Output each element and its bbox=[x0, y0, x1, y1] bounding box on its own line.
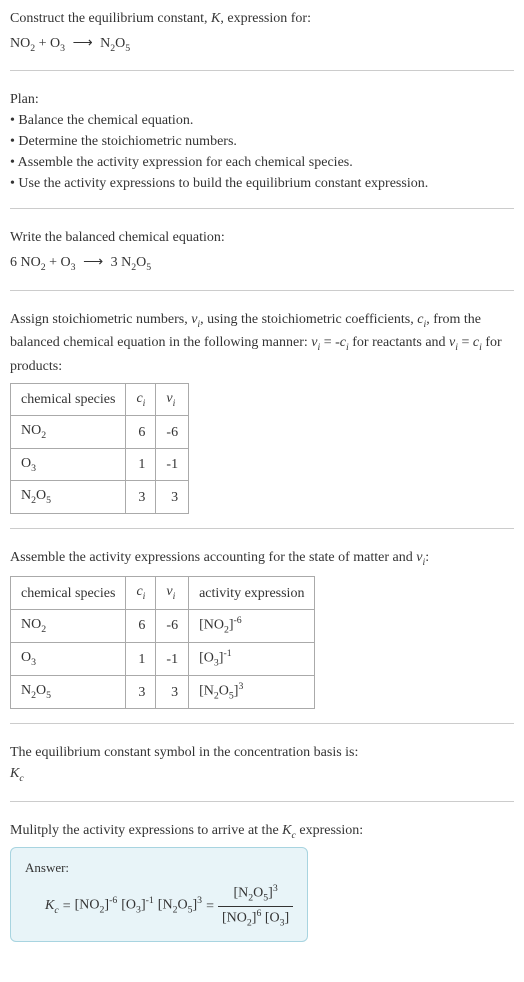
stoich-section: Assign stoichiometric numbers, νi, using… bbox=[10, 309, 514, 529]
cell-v: -6 bbox=[156, 609, 189, 642]
cell-c: 3 bbox=[126, 676, 156, 709]
symbol-line2: Kc bbox=[10, 763, 514, 786]
cell-c: 6 bbox=[126, 609, 156, 642]
cell-expr: [NO2]-6 bbox=[189, 609, 315, 642]
plan-item: Balance the chemical equation. bbox=[10, 110, 514, 131]
header-prompt: Construct the equilibrium constant, K, e… bbox=[10, 8, 514, 29]
cell-species: N2O5 bbox=[11, 481, 126, 513]
table-row: O3 1 -1 [O3]-1 bbox=[11, 642, 315, 675]
cell-species: NO2 bbox=[11, 609, 126, 642]
col-v: νi bbox=[156, 383, 189, 415]
activity-intro: Assemble the activity expressions accoun… bbox=[10, 547, 514, 570]
balanced-section: Write the balanced chemical equation: 6 … bbox=[10, 227, 514, 290]
cell-c: 3 bbox=[126, 481, 156, 513]
activity-table: chemical species ci νi activity expressi… bbox=[10, 576, 315, 709]
stoich-table: chemical species ci νi NO2 6 -6 O3 1 -1 … bbox=[10, 383, 189, 514]
balanced-prompt: Write the balanced chemical equation: bbox=[10, 227, 514, 248]
col-c: ci bbox=[126, 577, 156, 609]
col-expr: activity expression bbox=[189, 577, 315, 609]
cell-species: O3 bbox=[11, 642, 126, 675]
table-header-row: chemical species ci νi activity expressi… bbox=[11, 577, 315, 609]
answer-expression: Kc = [NO2]-6 [O3]-1 [N2O5]3 = [N2O5]3 [N… bbox=[25, 882, 293, 931]
col-c: ci bbox=[126, 383, 156, 415]
col-v: νi bbox=[156, 577, 189, 609]
balanced-equation: 6 NO2 + O3 ⟶ 3 N2O5 bbox=[10, 252, 514, 275]
col-species: chemical species bbox=[11, 383, 126, 415]
plan-section: Plan: Balance the chemical equation. Det… bbox=[10, 89, 514, 209]
table-row: NO2 6 -6 bbox=[11, 416, 189, 448]
cell-c: 1 bbox=[126, 642, 156, 675]
header-equation: NO2 + O3 ⟶ N2O5 bbox=[10, 33, 514, 56]
cell-v: -1 bbox=[156, 642, 189, 675]
plan-item: Use the activity expressions to build th… bbox=[10, 173, 514, 194]
table-row: N2O5 3 3 bbox=[11, 481, 189, 513]
plan-item: Assemble the activity expression for eac… bbox=[10, 152, 514, 173]
cell-c: 1 bbox=[126, 448, 156, 480]
cell-expr: [N2O5]3 bbox=[189, 676, 315, 709]
table-header-row: chemical species ci νi bbox=[11, 383, 189, 415]
cell-species: N2O5 bbox=[11, 676, 126, 709]
symbol-line1: The equilibrium constant symbol in the c… bbox=[10, 742, 514, 763]
plan-title: Plan: bbox=[10, 89, 514, 110]
table-row: O3 1 -1 bbox=[11, 448, 189, 480]
answer-label: Answer: bbox=[25, 858, 293, 878]
answer-box: Answer: Kc = [NO2]-6 [O3]-1 [N2O5]3 = [N… bbox=[10, 847, 308, 942]
header-section: Construct the equilibrium constant, K, e… bbox=[10, 8, 514, 71]
table-row: NO2 6 -6 [NO2]-6 bbox=[11, 609, 315, 642]
cell-v: -6 bbox=[156, 416, 189, 448]
plan-item: Determine the stoichiometric numbers. bbox=[10, 131, 514, 152]
cell-c: 6 bbox=[126, 416, 156, 448]
stoich-intro: Assign stoichiometric numbers, νi, using… bbox=[10, 309, 514, 377]
symbol-section: The equilibrium constant symbol in the c… bbox=[10, 742, 514, 801]
col-species: chemical species bbox=[11, 577, 126, 609]
answer-fraction: [N2O5]3 [NO2]6 [O3] bbox=[218, 882, 293, 931]
activity-section: Assemble the activity expressions accoun… bbox=[10, 547, 514, 724]
plan-list: Balance the chemical equation. Determine… bbox=[10, 110, 514, 194]
cell-species: NO2 bbox=[11, 416, 126, 448]
cell-v: 3 bbox=[156, 676, 189, 709]
multiply-section: Mulitply the activity expressions to arr… bbox=[10, 820, 514, 956]
cell-species: O3 bbox=[11, 448, 126, 480]
cell-v: 3 bbox=[156, 481, 189, 513]
table-row: N2O5 3 3 [N2O5]3 bbox=[11, 676, 315, 709]
multiply-intro: Mulitply the activity expressions to arr… bbox=[10, 820, 514, 843]
cell-v: -1 bbox=[156, 448, 189, 480]
cell-expr: [O3]-1 bbox=[189, 642, 315, 675]
